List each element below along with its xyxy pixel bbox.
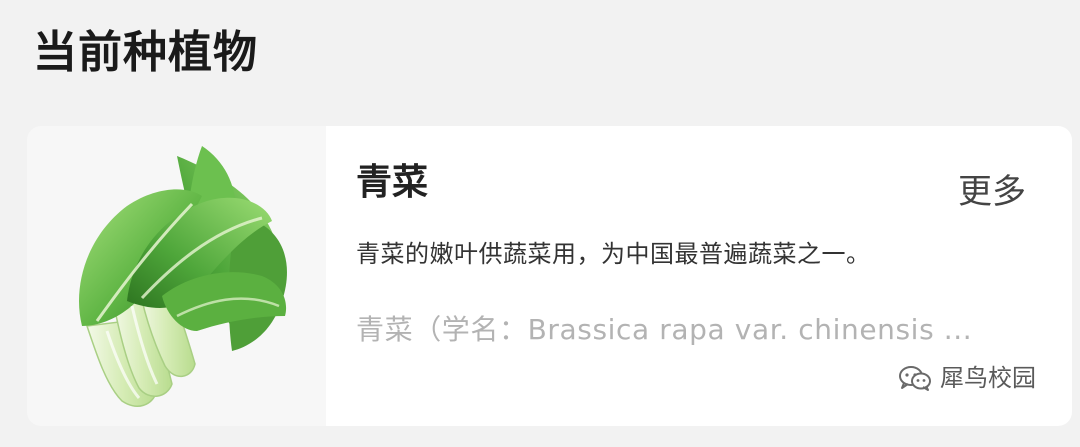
watermark: 犀鸟校园 [898,362,1036,394]
plant-scientific-name: 青菜（学名：Brassica rapa var. chinensis ... [356,313,973,346]
plant-info-panel: 青菜 更多 青菜的嫩叶供蔬菜用，为中国最普遍蔬菜之一。 青菜（学名：Brassi… [326,126,1072,426]
section-title: 当前种植物 [33,27,258,78]
plant-card[interactable]: 青菜 更多 青菜的嫩叶供蔬菜用，为中国最普遍蔬菜之一。 青菜（学名：Brassi… [27,126,1072,426]
bok-choy-icon [79,146,287,407]
plant-description: 青菜的嫩叶供蔬菜用，为中国最普遍蔬菜之一。 [356,240,871,268]
more-link[interactable]: 更多 [958,170,1026,214]
watermark-text: 犀鸟校园 [940,364,1036,392]
plant-image [27,126,326,426]
wechat-icon [899,366,931,391]
plant-name: 青菜 [356,162,429,203]
